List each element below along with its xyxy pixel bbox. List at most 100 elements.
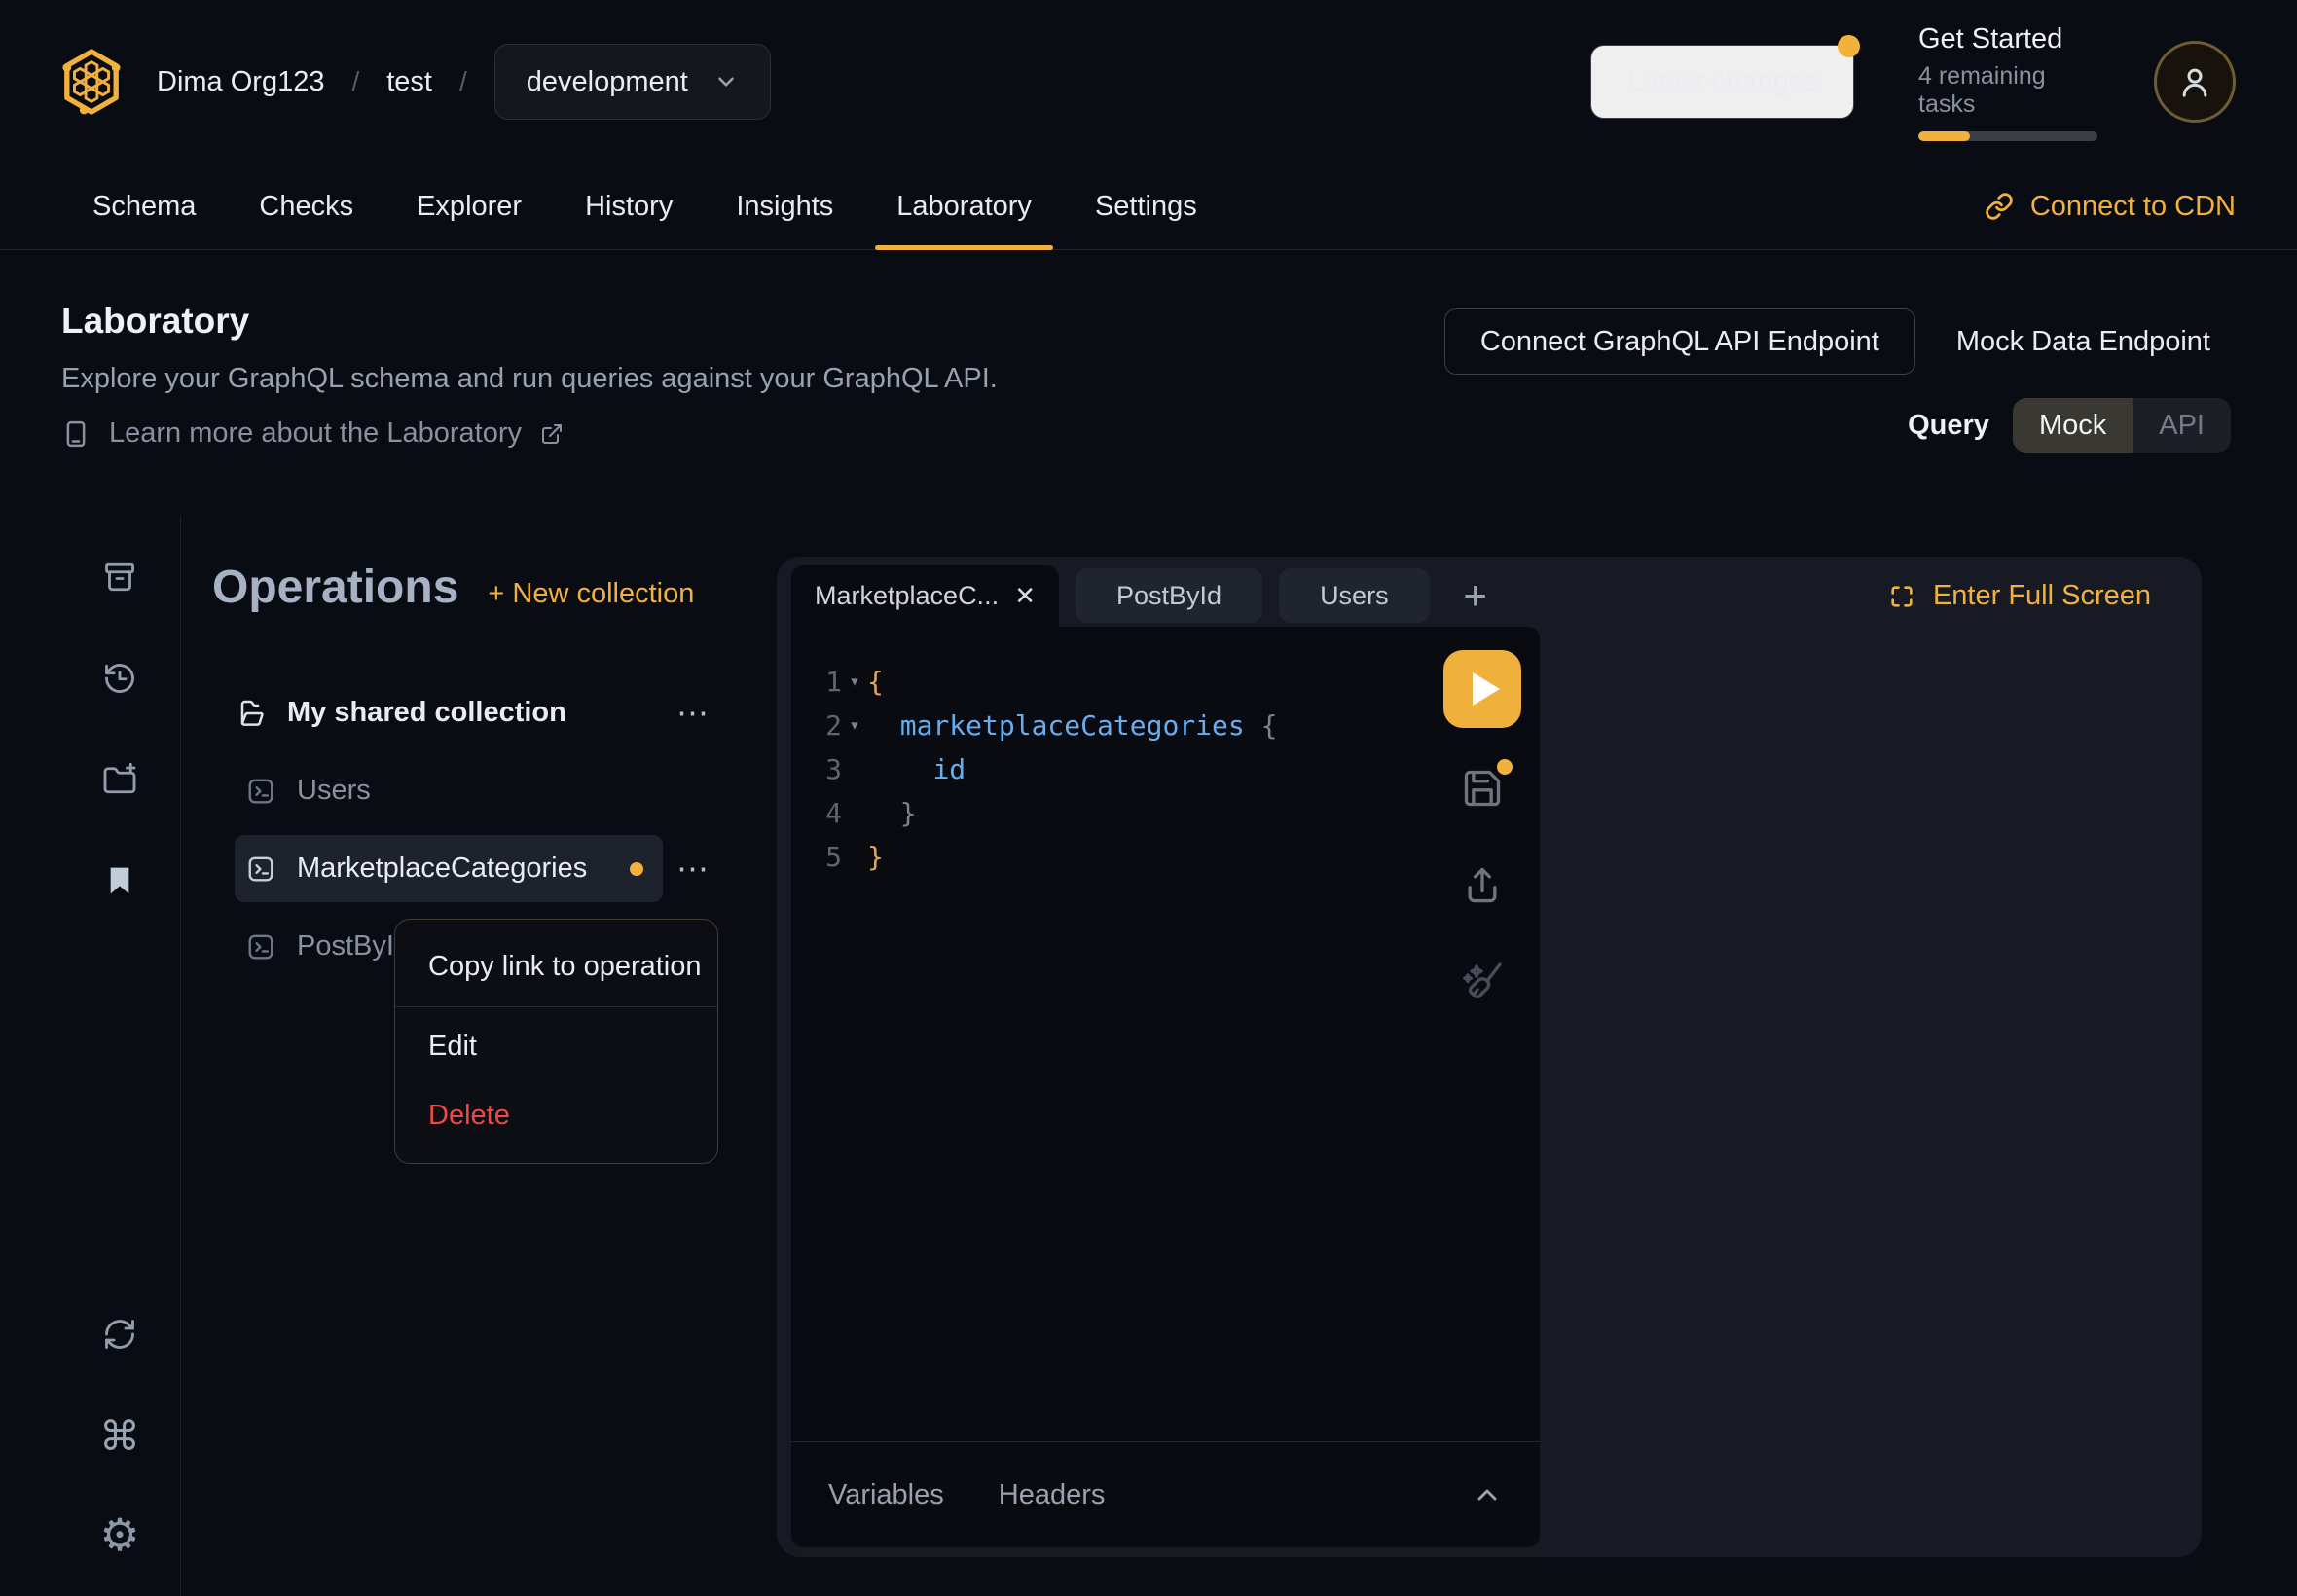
tab-explorer[interactable]: Explorer <box>395 163 543 249</box>
code-token: { <box>867 666 884 698</box>
code-line: 3 id <box>791 747 1540 791</box>
close-icon[interactable]: ✕ <box>1014 581 1036 611</box>
menu-item-edit[interactable]: Edit <box>395 1012 717 1081</box>
fold-arrow-icon <box>842 791 867 835</box>
schema-reference-icon[interactable] <box>101 559 138 596</box>
line-number: 5 <box>791 835 842 879</box>
page-header: Laboratory Explore your GraphQL schema a… <box>0 250 2297 516</box>
prettify-icon[interactable] <box>1459 958 1506 1004</box>
connect-to-cdn-link[interactable]: Connect to CDN <box>1985 191 2236 223</box>
learn-more-link[interactable]: Learn more about the Laboratory <box>61 417 564 450</box>
get-started-progress-fill <box>1918 131 1970 141</box>
fold-arrow-icon[interactable]: ▾ <box>842 704 867 747</box>
connect-endpoint-button[interactable]: Connect GraphQL API Endpoint <box>1444 308 1915 375</box>
toggle-option-api[interactable]: API <box>2133 398 2231 453</box>
settings-gear-icon[interactable]: ⚙ <box>101 1516 138 1553</box>
user-icon <box>2175 62 2214 101</box>
avatar[interactable] <box>2154 41 2236 123</box>
operation-terminal-icon <box>246 854 275 884</box>
chevron-down-icon <box>713 69 739 94</box>
get-started-progress <box>1918 131 2097 141</box>
history-icon[interactable] <box>101 660 138 697</box>
tab-insights[interactable]: Insights <box>714 163 855 249</box>
context-menu: Copy link to operation Edit Delete <box>394 919 718 1164</box>
code-editor[interactable]: 1 ▾ { 2 ▾ marketplaceCategories { 3 id 4 <box>791 627 1540 1441</box>
expand-icon <box>1888 583 1915 610</box>
share-button[interactable] <box>1461 864 1504 907</box>
tab-laboratory[interactable]: Laboratory <box>875 163 1053 249</box>
operation-terminal-icon <box>246 932 275 961</box>
unsaved-changes-dot <box>1497 759 1513 775</box>
shortcuts-icon[interactable]: ⌘ <box>101 1417 138 1454</box>
operation-name: MarketplaceCategories <box>297 852 587 885</box>
more-options-icon[interactable]: ⋯ <box>663 850 711 888</box>
external-link-icon <box>540 422 564 446</box>
run-query-button[interactable] <box>1443 650 1521 728</box>
latest-changes-button[interactable]: Latest changes <box>1590 45 1854 119</box>
operation-row-main[interactable]: Users <box>235 757 663 824</box>
new-collection-link[interactable]: + New collection <box>488 578 694 610</box>
top-bar: Dima Org123 / test / development Latest … <box>0 0 2297 163</box>
tab-checks[interactable]: Checks <box>237 163 375 249</box>
operation-name: Users <box>297 775 371 807</box>
bookmark-icon[interactable] <box>101 862 138 899</box>
variables-tab[interactable]: Variables <box>828 1479 944 1511</box>
page-description: Explore your GraphQL schema and run quer… <box>61 363 998 395</box>
folder-open-icon <box>235 698 266 729</box>
editor-tab-marketplacecategories[interactable]: MarketplaceC... ✕ <box>791 565 1059 627</box>
menu-item-delete[interactable]: Delete <box>395 1081 717 1150</box>
get-started-widget[interactable]: Get Started 4 remaining tasks <box>1918 23 2097 141</box>
operation-row-main[interactable]: MarketplaceCategories <box>235 835 663 902</box>
editor-tab-label: Users <box>1320 581 1389 611</box>
chevron-up-icon[interactable] <box>1472 1479 1503 1510</box>
fold-arrow-icon[interactable]: ▾ <box>842 660 867 704</box>
breadcrumb-separator: / <box>459 66 467 97</box>
nav-tabs: Schema Checks Explorer History Insights … <box>71 163 1219 249</box>
command-glyph: ⌘ <box>99 1412 140 1460</box>
save-button[interactable] <box>1461 767 1504 810</box>
toggle-option-mock[interactable]: Mock <box>2013 398 2133 453</box>
fold-arrow-icon <box>842 835 867 879</box>
editor-tab-users[interactable]: Users <box>1279 568 1430 623</box>
endpoint-actions: Connect GraphQL API Endpoint Mock Data E… <box>1444 308 2210 375</box>
code-token: } <box>867 841 884 873</box>
get-started-title: Get Started <box>1918 23 2097 55</box>
breadcrumb-graph[interactable]: test <box>386 66 432 98</box>
breadcrumb-org[interactable]: Dima Org123 <box>157 66 324 98</box>
collection-name: My shared collection <box>287 697 566 729</box>
more-options-icon[interactable]: ⋯ <box>663 694 711 732</box>
code-token: marketplaceCategories <box>900 709 1245 742</box>
latest-changes-label: Latest changes <box>1626 66 1818 98</box>
play-icon <box>1473 672 1500 706</box>
gear-glyph: ⚙ <box>99 1508 139 1561</box>
link-icon <box>1985 192 2014 221</box>
operations-title: Operations <box>212 561 458 614</box>
operation-row-users: Users <box>223 757 711 824</box>
graphos-logo-icon[interactable] <box>61 48 122 116</box>
breadcrumb-separator: / <box>351 66 359 97</box>
code-line: 2 ▾ marketplaceCategories { <box>791 704 1540 747</box>
code-token <box>867 709 900 742</box>
main-nav: Schema Checks Explorer History Insights … <box>0 163 2297 250</box>
folder-add-icon[interactable] <box>101 761 138 798</box>
unsaved-changes-dot <box>630 862 643 876</box>
learn-more-label: Learn more about the Laboratory <box>109 417 522 450</box>
tab-history[interactable]: History <box>564 163 694 249</box>
code-token: } <box>900 797 917 829</box>
menu-item-copy-link[interactable]: Copy link to operation <box>395 932 717 1001</box>
headers-tab[interactable]: Headers <box>999 1479 1106 1511</box>
enter-fullscreen-link[interactable]: Enter Full Screen <box>1888 565 2151 627</box>
variant-dropdown[interactable]: development <box>494 44 771 120</box>
enter-fullscreen-label: Enter Full Screen <box>1933 580 2151 612</box>
query-target-toggle: Mock API <box>2013 398 2231 453</box>
collection-row-main[interactable]: My shared collection <box>223 679 663 746</box>
tab-schema[interactable]: Schema <box>71 163 217 249</box>
code-token: { <box>1261 709 1278 742</box>
editor-tab-postbyid[interactable]: PostById <box>1076 568 1262 623</box>
add-tab-button[interactable]: + <box>1453 568 1498 623</box>
tab-settings[interactable]: Settings <box>1074 163 1219 249</box>
editor-tab-label: MarketplaceC... <box>815 581 999 611</box>
sync-icon[interactable] <box>101 1316 138 1353</box>
page-title: Laboratory <box>61 301 249 342</box>
line-number: 1 <box>791 660 842 704</box>
